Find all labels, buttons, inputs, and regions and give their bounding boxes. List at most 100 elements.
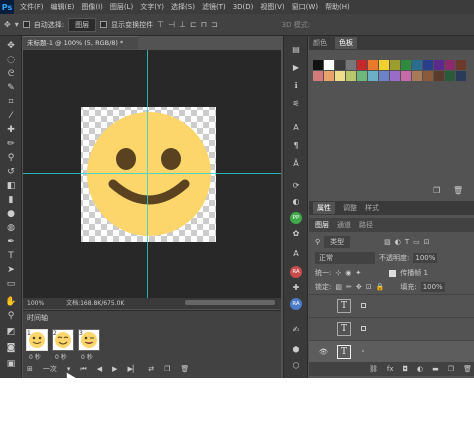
fx-icon[interactable]: fx [387,365,394,373]
unify-position-icon[interactable]: ⊹ [335,269,341,277]
align-right-icon[interactable]: ⊐ [211,20,218,29]
play-icon[interactable]: ▶ [112,365,117,373]
tab-channels[interactable]: 通道 [337,220,351,230]
delete-layer-icon[interactable]: 🗑 [463,365,472,373]
brush-tool-icon[interactable]: ✏ [4,138,18,150]
auto-select-dropdown[interactable]: 图层 [68,17,97,32]
blend-mode-dropdown[interactable]: 正常 [315,252,375,264]
filter-shape-icon[interactable]: ▭ [413,238,420,246]
frame-3-delay[interactable]: 0 秒 [81,352,93,361]
color-swatch[interactable] [456,60,466,70]
align-middle-icon[interactable]: ⊣ [168,20,175,29]
align-left-icon[interactable]: ⊏ [190,20,197,29]
paragraph-icon[interactable]: ¶ [288,140,304,152]
unify-style-icon[interactable]: ✦ [355,269,361,277]
color-swatch[interactable] [335,71,345,81]
propagate-checkbox[interactable] [389,269,397,277]
delete-swatch-icon[interactable]: 🗑 [453,186,463,195]
kind-filter-dropdown[interactable]: 类型 [324,236,351,248]
gradient-tool-icon[interactable]: ▮ [4,194,18,206]
align-bottom-icon[interactable]: ⊥ [179,20,186,29]
document-tab[interactable]: 未标题-1 @ 100% (5, RGB/8) * [23,36,138,49]
stamp-tool-icon[interactable]: ⚲ [4,152,18,164]
color-swatch[interactable] [357,71,367,81]
menu-layer[interactable]: 图层(L) [110,2,133,12]
align-center-icon[interactable]: ⊓ [201,20,207,29]
frame-2-delay[interactable]: 0 秒 [55,352,67,361]
history-icon[interactable]: ▤ [288,44,304,56]
group-icon[interactable]: ▬ [432,365,439,373]
color-swatch[interactable] [346,60,356,70]
dodge-tool-icon[interactable]: ◍ [4,222,18,234]
filter-smart-icon[interactable]: ⊡ [424,238,430,246]
screen-mode-icon[interactable]: ▣ [4,358,18,370]
lock-position-icon[interactable]: ✥ [356,283,362,291]
3d-cube-icon[interactable]: ⬢ [288,344,304,356]
chevron-down-icon[interactable]: ▾ [15,20,19,29]
color-swatch[interactable] [390,60,400,70]
menu-help[interactable]: 帮助(H) [325,2,350,12]
convert-timeline-icon[interactable]: ⊞ [27,365,33,373]
first-frame-icon[interactable]: ⏮ [80,365,86,374]
menu-view[interactable]: 视图(V) [260,2,284,12]
brush-panel-icon[interactable]: ✍ [288,324,304,336]
next-frame-icon[interactable]: ▶▏ [127,365,138,373]
eraser-tool-icon[interactable]: ◧ [4,180,18,192]
color-swatch[interactable] [434,71,444,81]
color-swatch[interactable] [412,60,422,70]
lock-artboard-icon[interactable]: ⊡ [366,283,372,291]
crop-tool-icon[interactable]: ⌗ [4,96,18,108]
frame-1-delay[interactable]: 0 秒 [29,352,41,361]
color-swatch[interactable] [324,60,334,70]
color-swatch[interactable] [368,60,378,70]
delete-frame-icon[interactable]: 🗑 [180,365,189,373]
mask-icon[interactable]: ◘ [403,365,409,373]
lock-pixels-icon[interactable]: ▨ [335,283,342,291]
color-swatch[interactable] [445,71,455,81]
color-swatch[interactable] [412,71,422,81]
menu-file[interactable]: 文件(F) [20,2,44,12]
menu-edit[interactable]: 编辑(E) [51,2,75,12]
loop-dropdown[interactable]: 一次 [43,364,57,374]
menu-3d[interactable]: 3D(D) [233,3,254,11]
color-swatch[interactable] [456,71,466,81]
adjustment-layer-icon[interactable]: ◐ [417,365,423,373]
move-tool-icon[interactable]: ✥ [4,40,18,52]
lock-all-icon[interactable]: 🔒 [376,283,385,291]
marquee-tool-icon[interactable]: ◌ [4,54,18,66]
tab-styles[interactable]: 样式 [365,203,379,213]
layer-row[interactable]: T [309,294,474,316]
align-top-icon[interactable]: ⊤ [157,20,164,29]
quick-mask-icon[interactable]: ◙ [4,342,18,354]
tab-properties[interactable]: 属性 [313,202,335,214]
tab-adjustments[interactable]: 调整 [343,203,357,213]
show-transform-checkbox[interactable] [100,21,108,28]
eye-icon[interactable]: 👁 [319,348,328,356]
info-icon[interactable]: ℹ [288,80,304,92]
zoom-level[interactable]: 100% [27,300,44,307]
horizontal-scrollbar[interactable] [185,300,275,305]
color-swatches-icon[interactable]: ◩ [4,326,18,338]
tab-swatches[interactable]: 色板 [335,37,357,49]
menu-image[interactable]: 图像(I) [81,2,103,12]
color-swatch[interactable] [335,60,345,70]
hand-tool-icon[interactable]: ✋ [4,296,18,308]
filter-adjust-icon[interactable]: ◐ [395,238,401,246]
plugin-icon[interactable]: ✚ [288,282,304,294]
character-icon[interactable]: A [288,122,304,134]
quick-select-tool-icon[interactable]: ✎ [4,82,18,94]
tab-color[interactable]: 颜色 [313,38,327,48]
gear-icon[interactable]: ✿ [288,228,304,240]
eyedropper-tool-icon[interactable]: ⁄ [4,110,18,122]
color-swatch[interactable] [313,71,323,81]
3d-layer-icon[interactable]: ⬡ [288,360,304,372]
opacity-input[interactable]: 100% [413,253,438,263]
actions-icon[interactable]: ▶ [288,62,304,74]
link-layers-icon[interactable]: ⛓ [369,365,378,373]
color-swatch[interactable] [401,71,411,81]
layer-row[interactable]: T [309,317,474,339]
plugin-ra-blue-icon[interactable]: RA [290,298,302,310]
menu-select[interactable]: 选择(S) [171,2,195,12]
color-swatch[interactable] [423,60,433,70]
color-swatch[interactable] [390,71,400,81]
